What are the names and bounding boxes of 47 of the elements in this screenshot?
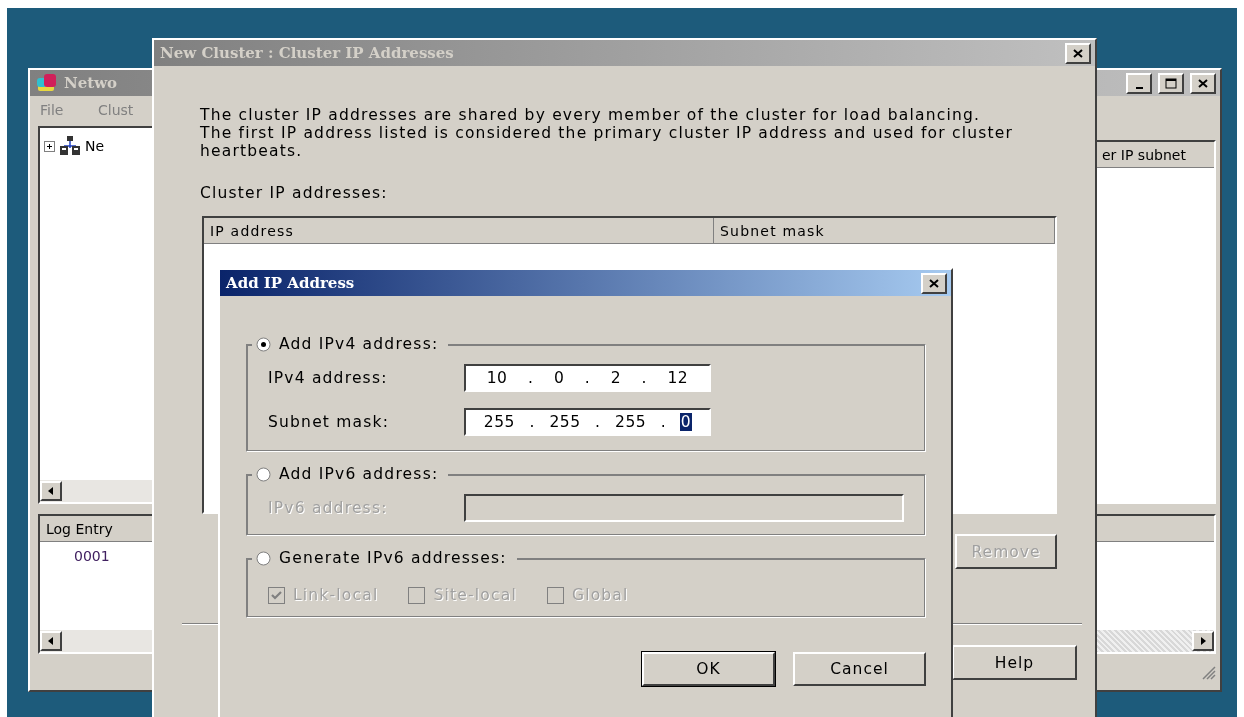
octet[interactable]: 0 (679, 413, 693, 431)
octet[interactable]: 0 (552, 369, 566, 387)
scroll-left-button[interactable] (40, 631, 62, 651)
table-cell: 0001 (74, 548, 110, 564)
description-text: The first IP address listed is considered the primary cluster IP address and used for cluster heartbeats. (200, 124, 1015, 160)
octet[interactable]: 255 (548, 413, 582, 431)
ok-button[interactable]: OK (642, 652, 775, 686)
column-header[interactable]: IP address (204, 218, 714, 244)
list-label: Cluster IP addresses: (200, 184, 388, 202)
column-header[interactable]: Subnet mask (714, 218, 1055, 244)
ip-address-field[interactable]: 255 . 255 . 255 . 0 (464, 408, 711, 436)
radio-button[interactable] (256, 336, 271, 352)
ipv6-address-field[interactable] (464, 494, 904, 522)
octet[interactable]: 10 (485, 369, 509, 387)
dialog-title: New Cluster : Cluster IP Addresses (160, 44, 454, 62)
octet[interactable]: 255 (614, 413, 648, 431)
ip-address-field[interactable]: 10 . 0 . 2 . 12 (464, 364, 711, 392)
octet[interactable]: 2 (609, 369, 623, 387)
column-header: er IP subnet (1096, 142, 1214, 168)
cluster-icon (59, 136, 81, 156)
option-label: Add IPv4 address: (279, 335, 439, 353)
octet[interactable]: 12 (666, 369, 690, 387)
scroll-right-button[interactable] (1192, 631, 1214, 651)
resize-grip-icon[interactable] (1200, 664, 1216, 680)
help-button[interactable]: Help (952, 645, 1077, 680)
option-label: Add IPv6 address: (279, 465, 439, 483)
option-label: Generate IPv6 addresses: (279, 549, 507, 567)
octet[interactable]: 255 (482, 413, 516, 431)
tree-item[interactable]: Ne (85, 138, 105, 154)
right-arrow-icon (1199, 636, 1207, 646)
left-arrow-icon (47, 486, 55, 496)
field-label: Subnet mask: (268, 413, 391, 431)
expand-icon[interactable] (44, 140, 55, 152)
close-icon (927, 276, 941, 290)
scroll-left-button[interactable] (40, 481, 62, 501)
maximize-icon (1164, 76, 1178, 90)
field-label: IPv4 address: (268, 369, 389, 387)
minimize-icon (1135, 86, 1143, 89)
description-text: The cluster IP addresses are shared by every member of the cluster for load balancing. (200, 106, 982, 124)
dialog-title: Add IP Address (226, 274, 355, 292)
app-icon (36, 73, 58, 93)
close-button[interactable] (921, 272, 947, 294)
window-title: Netwo (64, 74, 118, 92)
close-icon (1071, 46, 1085, 60)
cancel-button[interactable]: Cancel (793, 652, 926, 686)
close-icon (1196, 76, 1210, 90)
left-arrow-icon (47, 636, 55, 646)
